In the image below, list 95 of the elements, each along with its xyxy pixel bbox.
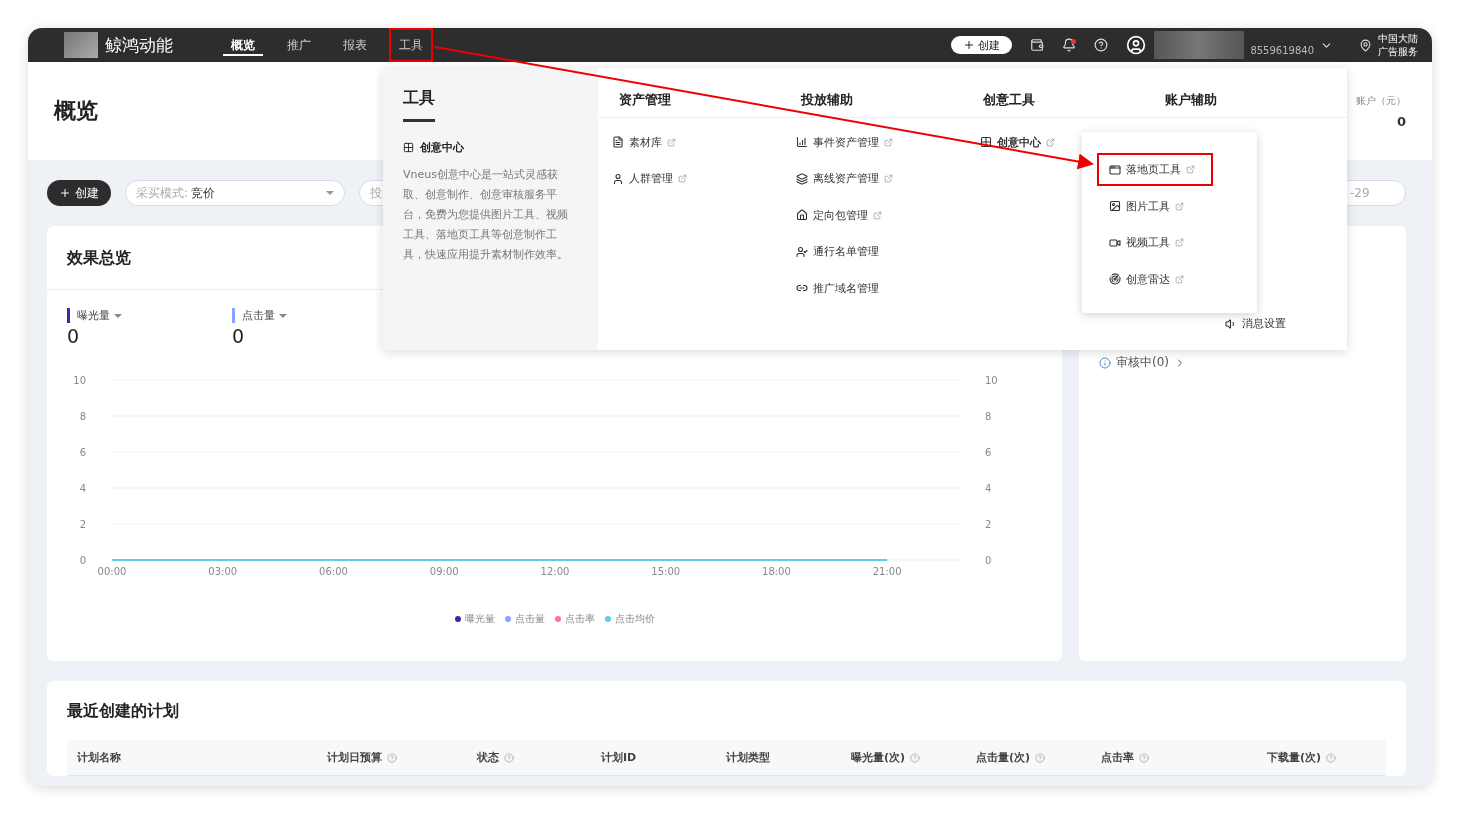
dropdown-title: 工具 <box>403 88 435 122</box>
menu-icon <box>612 172 624 185</box>
column-title: 创意工具 <box>983 91 1036 109</box>
axis-label: 8 <box>79 411 86 422</box>
axis-label: 00:00 <box>97 566 127 577</box>
axis-label: 10 <box>73 375 86 386</box>
axis-label: 10 <box>985 375 998 386</box>
axis-label: 2 <box>79 519 86 530</box>
menu-item[interactable]: 素材库 <box>612 124 796 161</box>
axis-label: 0 <box>79 555 86 566</box>
axis-label: 6 <box>79 447 86 458</box>
balance-value: 0 <box>1396 113 1406 129</box>
axis-label: 15:00 <box>651 566 681 577</box>
feature-name[interactable]: 创意中心 <box>403 140 578 155</box>
bell-icon[interactable] <box>1062 38 1077 52</box>
caret-icon <box>326 191 334 195</box>
plus-icon <box>59 187 71 199</box>
menu-item[interactable]: 人群管理 <box>612 160 796 197</box>
menu-icon <box>979 136 992 149</box>
menu-item[interactable]: 离线资产管理 <box>795 160 980 197</box>
axis-label: 06:00 <box>319 566 348 577</box>
nav-tab[interactable]: 推广 <box>277 28 321 62</box>
menu-icon <box>795 172 808 185</box>
card-title: 最近创建的计划 <box>67 701 180 722</box>
column-header: 计划类型 <box>725 750 771 766</box>
menu-icon <box>795 245 808 258</box>
menu-item[interactable]: 通行名单管理 <box>795 233 980 270</box>
review-link[interactable]: 审核中(0) <box>1099 354 1406 371</box>
axis-label: 4 <box>985 483 992 494</box>
column-header: 状态 <box>467 740 591 775</box>
axis-label: 09:00 <box>429 566 459 577</box>
menu-item[interactable]: 事件资产管理 <box>795 124 980 161</box>
column-header: 曝光量(次) <box>841 740 966 775</box>
legend-item[interactable]: 点击量 <box>504 612 545 626</box>
axis-label: 2 <box>985 519 992 530</box>
axis-label: 18:00 <box>762 566 791 577</box>
menu-icon <box>1109 236 1121 249</box>
external-link-icon <box>1175 238 1184 247</box>
menu-icon <box>1109 163 1121 176</box>
menu-icon <box>795 209 808 222</box>
metric-value: 0 <box>67 325 81 347</box>
axis-label: 21:00 <box>872 566 902 577</box>
column-header: 计划名称 <box>76 750 122 766</box>
column-title: 投放辅助 <box>801 91 854 109</box>
brand-name: 鲸鸿动能 <box>105 33 173 57</box>
avatar-icon[interactable] <box>1126 35 1147 55</box>
nav-tab[interactable]: 报表 <box>333 28 377 62</box>
column-title: 账户辅助 <box>1165 91 1218 109</box>
caret-icon <box>279 313 287 318</box>
menu-icon <box>795 136 808 149</box>
region-label: 中国大陆 <box>1378 32 1418 45</box>
legend-item[interactable]: 点击均价 <box>604 612 655 626</box>
wallet-icon[interactable] <box>1030 38 1045 52</box>
mode-select[interactable]: 采买模式: 竞价 <box>125 180 345 206</box>
create-button[interactable]: 创建 <box>47 180 111 206</box>
location-icon <box>1359 38 1372 52</box>
column-header: 计划日预算 <box>317 740 467 775</box>
axis-label: 4 <box>79 483 86 494</box>
submenu-item[interactable]: 落地页工具 <box>1097 153 1213 186</box>
axis-label: 12:00 <box>540 566 570 577</box>
column-title: 资产管理 <box>619 91 672 109</box>
metric-value: 0 <box>232 325 246 347</box>
column-header: 下载量(次) <box>1257 740 1377 775</box>
external-link-icon <box>1186 165 1195 174</box>
page-title: 概览 <box>54 97 98 125</box>
info-icon <box>1099 356 1111 369</box>
axis-label: 6 <box>985 447 992 458</box>
plus-icon <box>963 39 976 51</box>
submenu-item[interactable]: 图片工具 <box>1097 189 1202 223</box>
grid-icon <box>403 142 414 153</box>
balance-label: 账户（元） <box>1356 93 1406 108</box>
region-label: 广告服务 <box>1378 45 1418 58</box>
metric-label[interactable]: 曝光量 <box>67 308 232 323</box>
axis-label: 0 <box>985 555 992 566</box>
external-link-icon <box>1175 201 1184 211</box>
menu-icon <box>1109 200 1121 212</box>
logo-placeholder <box>64 32 98 58</box>
account-id: 8559619840 <box>1250 45 1314 58</box>
menu-icon <box>1109 273 1121 285</box>
menu-icon <box>1224 317 1237 330</box>
submenu-item[interactable]: 视频工具 <box>1097 226 1202 259</box>
column-header: 计划ID <box>600 750 638 766</box>
legend-item[interactable]: 点击率 <box>554 612 595 626</box>
axis-label: 03:00 <box>208 566 238 577</box>
submenu-item[interactable]: 创意雷达 <box>1097 262 1202 296</box>
create-button[interactable]: 创建 <box>951 36 1013 54</box>
external-link-icon <box>1175 274 1184 284</box>
nav-tab[interactable]: 工具 <box>389 28 433 62</box>
axis-label: 8 <box>985 411 992 422</box>
nav-tab[interactable]: 概览 <box>221 28 265 62</box>
column-header: 点击率 <box>1091 740 1257 775</box>
column-header: 点击量(次) <box>966 740 1091 775</box>
menu-icon <box>612 136 624 149</box>
legend-item[interactable]: 曝光量 <box>454 612 495 626</box>
caret-icon <box>114 313 122 318</box>
